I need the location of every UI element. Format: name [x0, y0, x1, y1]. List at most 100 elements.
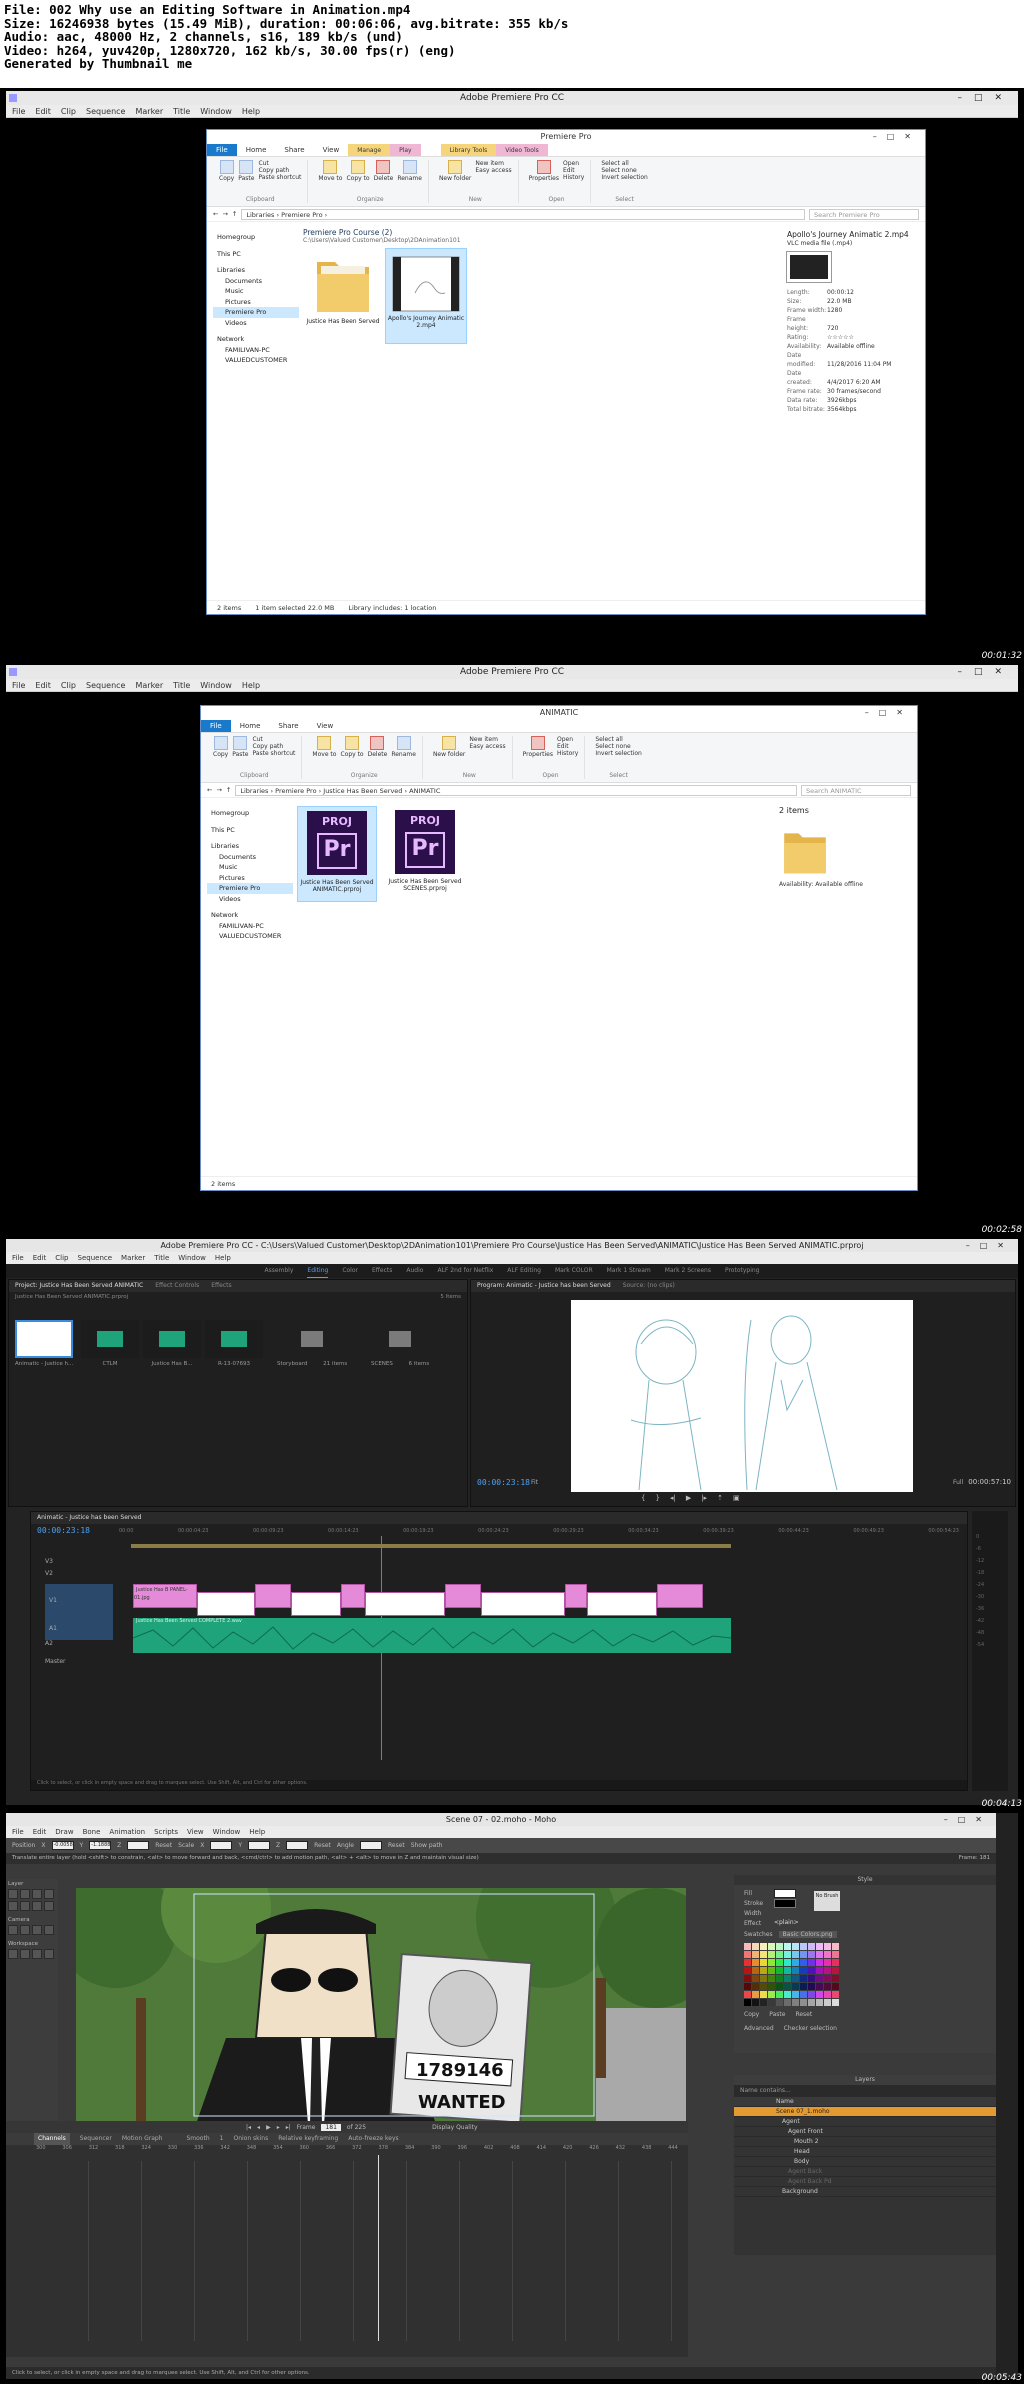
show-path-checkbox[interactable]: Show path [411, 1842, 443, 1849]
tool-button[interactable] [32, 1949, 42, 1959]
bin-sequence[interactable]: Animatic - Justice h... [15, 1320, 73, 1367]
color-swatch[interactable] [824, 1983, 831, 1990]
effect-dropdown[interactable]: <plain> [774, 1919, 799, 1926]
tab-sequencer[interactable]: Sequencer [80, 2133, 112, 2145]
menu-marker[interactable]: Marker [135, 679, 163, 691]
color-swatch[interactable] [800, 1991, 807, 1998]
nav-this-pc[interactable]: This PC [217, 249, 299, 260]
color-swatch[interactable] [824, 1991, 831, 1998]
menu-window[interactable]: Window [178, 1252, 206, 1264]
color-swatch[interactable] [816, 1983, 823, 1990]
tab-project[interactable]: Project: Justice Has Been Served ANIMATI… [15, 1280, 143, 1292]
color-swatch[interactable] [816, 1999, 823, 2006]
color-swatch[interactable] [832, 1999, 839, 2006]
menu-title[interactable]: Title [154, 1252, 169, 1264]
color-swatch[interactable] [832, 1943, 839, 1950]
tool-button[interactable] [32, 1889, 42, 1899]
color-swatch[interactable] [824, 1951, 831, 1958]
color-swatch[interactable] [832, 1975, 839, 1982]
search-box[interactable]: Search Premiere Pro [809, 208, 919, 220]
position-x-field[interactable]: -0.0058 [51, 1841, 74, 1850]
video-clip[interactable] [365, 1592, 445, 1616]
color-swatch[interactable] [800, 1983, 807, 1990]
tab-share[interactable]: Share [275, 144, 313, 156]
color-swatch[interactable] [832, 1959, 839, 1966]
menu-view[interactable]: View [187, 1826, 204, 1838]
color-swatch[interactable] [808, 1959, 815, 1966]
layer-row-scene[interactable]: Scene 07_1.moho [734, 2107, 996, 2117]
ws-prototyping[interactable]: Prototyping [725, 1264, 760, 1278]
menu-clip[interactable]: Clip [61, 679, 76, 691]
menu-file[interactable]: File [12, 105, 25, 117]
ws-assembly[interactable]: Assembly [264, 1264, 293, 1278]
properties-button[interactable]: Properties [529, 160, 559, 182]
nav-this-pc[interactable]: This PC [211, 825, 293, 836]
track-v1[interactable]: V1 [45, 1584, 113, 1618]
position-z-field[interactable] [127, 1841, 150, 1850]
color-swatch[interactable] [760, 1951, 767, 1958]
stage-canvas[interactable]: 1789146 WANTED [76, 1888, 686, 2124]
ws-alf-editing[interactable]: ALF Editing [507, 1264, 541, 1278]
color-swatch[interactable] [808, 1967, 815, 1974]
color-swatch[interactable] [784, 1999, 791, 2006]
copy-to-button[interactable]: Copy to [340, 736, 364, 758]
video-clip[interactable] [481, 1592, 565, 1616]
track-a1[interactable]: A1 [45, 1618, 113, 1640]
menu-window[interactable]: Window [213, 1826, 241, 1838]
track-a2[interactable]: A2 [45, 1640, 113, 1658]
color-swatch[interactable] [768, 1943, 775, 1950]
color-swatch[interactable] [816, 1967, 823, 1974]
nav-network[interactable]: Network [211, 910, 293, 921]
bin-audio-1[interactable]: CTLM [81, 1320, 139, 1367]
color-swatch[interactable] [776, 1967, 783, 1974]
menu-window[interactable]: Window [200, 105, 232, 117]
layer-row-body[interactable]: Body [734, 2157, 996, 2167]
color-swatch[interactable] [816, 1959, 823, 1966]
color-swatch[interactable] [768, 1967, 775, 1974]
color-swatch[interactable] [760, 1943, 767, 1950]
color-swatch[interactable] [768, 1959, 775, 1966]
color-swatch[interactable] [784, 1991, 791, 1998]
color-swatch[interactable] [744, 1975, 751, 1982]
track-master[interactable]: Master [45, 1658, 113, 1672]
forward-icon[interactable]: → [216, 786, 221, 794]
video-tile[interactable]: Apollo's Journey Animatic 2.mp4 [385, 248, 467, 344]
color-swatch[interactable] [784, 1959, 791, 1966]
new-item-button[interactable]: New item Easy access [475, 160, 511, 182]
move-to-button[interactable]: Move to [312, 736, 336, 758]
animatic-project-tile[interactable]: PROJ Pr Justice Has Been Served ANIMATIC… [297, 806, 377, 902]
menu-sequence[interactable]: Sequence [86, 105, 125, 117]
frame-field[interactable]: 181 [321, 2123, 341, 2131]
color-swatch[interactable] [768, 1999, 775, 2006]
menu-edit[interactable]: Edit [33, 1252, 47, 1264]
color-swatch[interactable] [800, 1999, 807, 2006]
nav-homegroup[interactable]: Homegroup [211, 808, 293, 819]
color-swatch[interactable] [792, 1943, 799, 1950]
color-swatch[interactable] [800, 1975, 807, 1982]
menu-file[interactable]: File [12, 1252, 24, 1264]
layer-row-agent-back-pd[interactable]: Agent Back Pd [734, 2177, 996, 2187]
menu-edit[interactable]: Edit [35, 679, 51, 691]
color-swatch[interactable] [816, 1951, 823, 1958]
menu-file[interactable]: File [12, 679, 25, 691]
rename-button[interactable]: Rename [397, 160, 422, 182]
nav-videos[interactable]: Videos [211, 894, 293, 905]
swatch-set-dropdown[interactable]: Basic Colors.png [778, 1931, 837, 1938]
video-clip[interactable] [657, 1584, 703, 1608]
relative-keyframing-toggle[interactable]: Relative keyframing [278, 2133, 338, 2145]
layer-row-background[interactable]: Background [734, 2187, 996, 2197]
color-swatch[interactable] [768, 1951, 775, 1958]
fit-dropdown[interactable]: Fit [531, 1479, 538, 1486]
tab-view[interactable]: View [314, 144, 349, 156]
play-icon[interactable]: ▶ [686, 1494, 691, 1502]
fast-forward-icon[interactable]: ▸| [286, 2124, 291, 2131]
ws-mark-1-stream[interactable]: Mark 1 Stream [607, 1264, 651, 1278]
rename-button[interactable]: Rename [391, 736, 416, 758]
tab-manage[interactable]: Manage [348, 144, 391, 156]
explorer-window-controls[interactable]: –□✕ [865, 706, 913, 720]
nav-music[interactable]: Music [217, 286, 299, 297]
color-swatch[interactable] [760, 1983, 767, 1990]
color-swatch[interactable] [744, 1999, 751, 2006]
color-swatch[interactable] [800, 1943, 807, 1950]
back-icon[interactable]: ← [213, 210, 218, 218]
